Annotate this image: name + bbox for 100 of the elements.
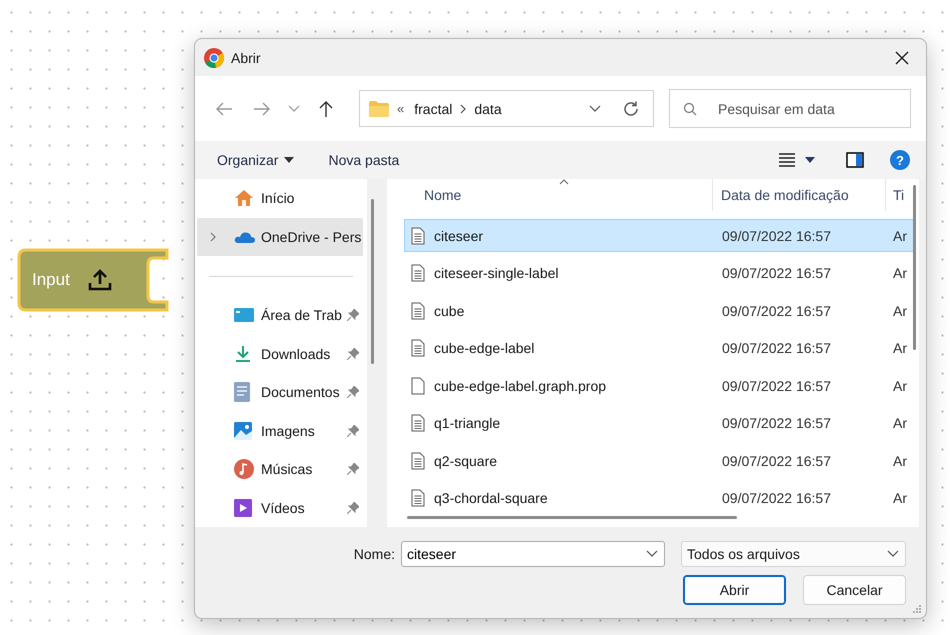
breadcrumb-item[interactable]: fractal [414,100,452,116]
column-header[interactable]: Nome [404,179,713,211]
file-type: Ar [892,452,907,469]
preview-pane-icon[interactable] [846,152,864,168]
pin-icon [347,463,359,476]
text-file-icon [411,339,425,358]
text-file-icon [411,226,425,244]
sidebar-item[interactable]: Músicas [197,450,363,488]
column-header[interactable]: Ti [886,179,916,211]
name-label: Nome: [354,546,395,562]
sidebar-label: Documentos [261,384,340,400]
sidebar-label: Vídeos [261,500,305,516]
expand-chevron-icon [210,232,216,242]
address-bar[interactable]: « fractal data [359,90,654,127]
text-file-icon [411,452,425,470]
app-icon [204,48,224,68]
chevron-down-icon [646,550,658,558]
image-icon [234,422,252,440]
block-shape[interactable] [17,248,169,312]
sidebar-item[interactable]: OneDrive - Pers [197,218,363,256]
help-button[interactable]: ? [890,150,910,170]
pin-icon [347,386,359,398]
modified-date: 09/07/2022 16:57 [721,228,832,244]
cloud-icon [234,230,256,244]
modified-date: 09/07/2022 16:57 [721,340,832,356]
forward-arrow-icon [253,102,271,116]
file-type-dropdown[interactable]: Todos os arquivos [681,541,906,567]
document-icon [234,382,250,402]
sidebar-label: Músicas [261,461,312,478]
music-icon [234,459,254,480]
sidebar-label: Área de Trab [261,307,342,324]
organize-button[interactable]: Organizar [207,148,304,172]
file-name: q1-triangle [434,415,502,432]
sidebar-item[interactable]: Imagens [197,412,363,450]
sidebar-item[interactable]: Documentos [197,373,363,412]
sidebar-item[interactable]: Downloads [197,334,363,373]
file-type: Ar [892,265,907,282]
column-header[interactable]: Data de modificação [713,179,886,211]
back-arrow-icon [215,102,233,116]
file-name: cube-edge-label [434,340,536,356]
cancel-button[interactable]: Cancelar [803,575,906,605]
video-icon [234,498,252,517]
file-row[interactable]: q3-chordal-square 09/07/2022 16:57 Ar [404,480,914,517]
download-icon [234,344,252,363]
scrollbar-thumb[interactable] [913,185,916,350]
file-row[interactable]: q2-square 09/07/2022 16:57 Ar [404,442,914,480]
scrollbar-thumb[interactable] [407,516,737,519]
window-title: Abrir [231,50,261,66]
caret-icon [284,157,294,163]
chevron-down-icon [887,550,899,558]
scrollbar-thumb[interactable] [371,199,374,364]
breadcrumb-item[interactable]: data [474,100,502,116]
search-icon [683,102,697,116]
file-row[interactable]: cube-edge-label 09/07/2022 16:57 Ar [404,330,914,367]
upload-icon [86,268,113,292]
file-row[interactable]: q1-triangle 09/07/2022 16:57 Ar [404,404,914,442]
desktop-icon [234,307,254,324]
pin-icon [347,309,359,322]
folder-icon [369,100,389,116]
home-icon [234,189,254,208]
file-name: citeseer [434,228,484,244]
pin-icon [347,502,359,514]
file-name: citeseer-single-label [434,265,560,282]
close-icon [895,50,909,64]
sidebar-item[interactable]: Área de Trab [197,296,363,334]
resize-grip-icon [912,604,922,614]
modified-date: 09/07/2022 16:57 [721,265,832,282]
up-arrow-icon [319,100,333,118]
caret-icon[interactable] [805,157,815,163]
file-row[interactable]: cube-edge-label.graph.prop 09/07/2022 16:57 Ar [404,367,914,404]
open-button[interactable]: Abrir [683,575,786,605]
text-file-icon [411,414,425,432]
blank-file-icon [411,376,425,395]
overflow-chevron[interactable]: « [397,101,404,116]
text-file-icon [411,264,425,282]
search-field[interactable]: Pesquisar em data [669,89,911,128]
new-folder-button[interactable]: Nova pasta [318,148,410,172]
text-file-icon [411,302,425,320]
sidebar-item[interactable]: Início [197,179,363,218]
modified-date: 09/07/2022 16:57 [721,490,832,506]
file-type: Ar [892,302,907,319]
file-type: Ar [892,415,907,432]
chevron-down-icon[interactable] [589,104,601,112]
pin-icon [347,348,359,360]
refresh-icon[interactable] [623,100,639,116]
view-list-icon[interactable] [779,153,795,167]
file-row[interactable]: citeseer-single-label 09/07/2022 16:57 Ar [404,254,914,292]
file-type: Ar [892,340,907,356]
file-name-field[interactable]: citeseer [401,541,665,567]
file-type: Ar [892,490,907,506]
file-name: q2-square [434,452,498,469]
breadcrumb-chevron-icon [460,104,466,114]
file-name: cube [434,302,466,319]
file-name: q3-chordal-square [434,490,549,506]
file-row[interactable]: cube 09/07/2022 16:57 Ar [404,292,914,330]
chevron-down-icon [288,104,300,112]
file-row[interactable]: citeseer 09/07/2022 16:57 Ar [404,219,914,252]
sort-caret-icon [559,179,569,185]
file-type: Ar [892,378,907,394]
sidebar-item[interactable]: Vídeos [197,488,363,527]
